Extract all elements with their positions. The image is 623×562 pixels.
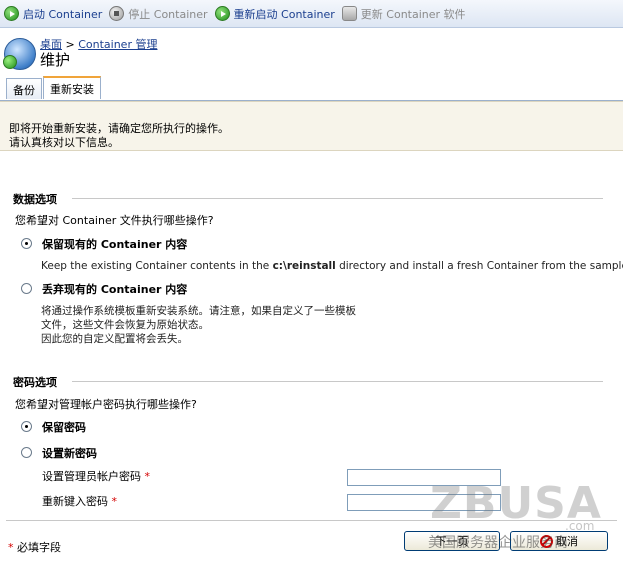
set-new-password-label[interactable]: 设置新密码 xyxy=(42,445,97,461)
stop-container-label: 停止 Container xyxy=(128,7,208,21)
keep-desc-path: c:\reinstall xyxy=(272,260,336,272)
page-header: 桌面 > Container 管理 维护 备份 重新安装 xyxy=(0,29,623,101)
discard-desc-line-2: 文件，这些文件会恢复为原始状态。 xyxy=(41,319,209,331)
update-container-software-label: 更新 Container 软件 xyxy=(360,7,466,21)
keep-password-radio[interactable] xyxy=(21,421,32,432)
password-options-question: 您希望对管理帐户密码执行哪些操作? xyxy=(15,398,197,411)
tab-backup[interactable]: 备份 xyxy=(6,78,42,99)
set-new-password-radio[interactable] xyxy=(21,447,32,458)
watermark-subtitle: 美国服务器企业服务商 xyxy=(428,535,568,551)
page-title: 维护 xyxy=(40,51,71,69)
keep-desc-post: directory and install a fresh Container … xyxy=(335,260,623,272)
required-fields-note: * 必填字段 xyxy=(8,539,61,555)
retype-password-label: 重新键入密码 * xyxy=(42,493,117,509)
data-options-rule xyxy=(72,198,603,199)
retype-password-required-mark: * xyxy=(111,495,118,508)
retype-password-label-text: 重新键入密码 xyxy=(42,495,108,508)
start-container-button[interactable]: 启动 Container xyxy=(4,6,102,22)
required-note-mark: * xyxy=(8,541,14,554)
tab-reinstall[interactable]: 重新安装 xyxy=(43,76,101,99)
tab-bar: 备份 重新安装 xyxy=(6,76,102,99)
required-note-text: 必填字段 xyxy=(17,541,61,554)
keep-content-label[interactable]: 保留现有的 Container 内容 xyxy=(42,236,187,252)
keep-desc-pre: Keep the existing Container contents in … xyxy=(41,260,273,272)
admin-password-required-mark: * xyxy=(144,470,151,483)
update-container-software-button[interactable]: 更新 Container 软件 xyxy=(341,6,466,22)
update-software-icon xyxy=(341,6,357,21)
password-options-rule xyxy=(72,381,603,382)
stop-container-button[interactable]: 停止 Container xyxy=(109,6,208,22)
notice-line-2: 请认真核对以下信息。 xyxy=(9,136,119,149)
admin-password-label: 设置管理员帐户密码 * xyxy=(42,468,150,484)
watermark-domain: .com xyxy=(565,519,595,533)
confirmation-notice: 即将开始重新安装，请确定您所执行的操作。 请认真核对以下信息。 xyxy=(0,101,623,151)
container-maintenance-icon xyxy=(3,38,36,70)
start-container-label: 启动 Container xyxy=(23,7,103,21)
discard-desc-line-1: 将通过操作系统模板重新安装系统。请注意，如果自定义了一些模板 xyxy=(41,305,356,317)
keep-password-label[interactable]: 保留密码 xyxy=(42,419,86,435)
restart-icon xyxy=(214,6,230,21)
toolbar: 启动 Container 停止 Container 重新启动 Container… xyxy=(0,0,623,28)
data-options-question: 您希望对 Container 文件执行哪些操作? xyxy=(15,214,214,227)
discard-content-radio[interactable] xyxy=(21,283,32,294)
discard-desc-line-3: 因此您的自定义配置将会丢失。 xyxy=(41,333,188,345)
keep-content-description: Keep the existing Container contents in … xyxy=(41,259,623,273)
password-options-title: 密码选项 xyxy=(13,376,57,389)
start-icon xyxy=(4,6,19,21)
keep-content-radio[interactable] xyxy=(21,238,32,249)
admin-password-label-text: 设置管理员帐户密码 xyxy=(42,470,141,483)
breadcrumb-container-link[interactable]: Container 管理 xyxy=(78,38,157,51)
restart-container-label: 重新启动 Container xyxy=(233,7,335,21)
discard-content-label[interactable]: 丢弃现有的 Container 内容 xyxy=(42,281,187,297)
restart-container-button[interactable]: 重新启动 Container xyxy=(214,6,335,22)
data-options-title: 数据选项 xyxy=(13,193,57,206)
stop-icon xyxy=(109,6,125,21)
